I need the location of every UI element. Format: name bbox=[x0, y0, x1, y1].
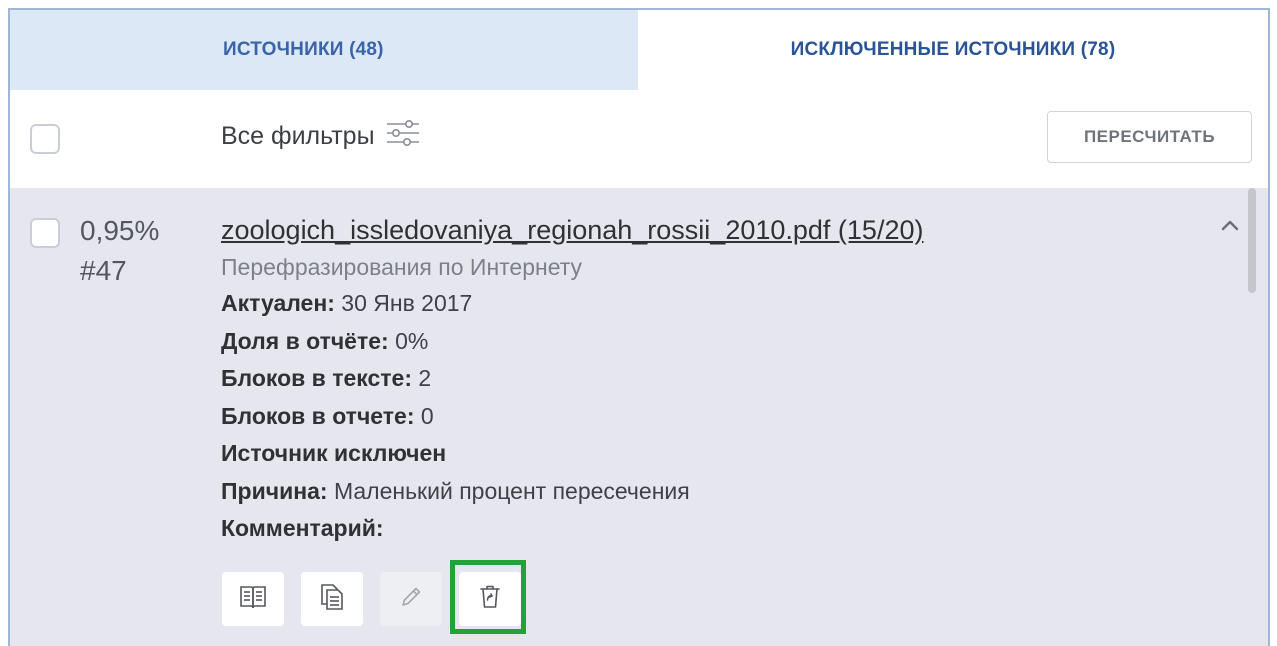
edit-comment-button[interactable] bbox=[380, 572, 442, 626]
source-number: #47 bbox=[80, 255, 127, 286]
toolbar: Все фильтры ПЕРЕСЧИТАТЬ bbox=[10, 90, 1268, 186]
reason-label: Причина: bbox=[221, 477, 328, 504]
sliders-icon bbox=[385, 118, 421, 155]
relevant-row: Актуален: 30 Янв 2017 bbox=[221, 285, 1208, 323]
source-percent: 0,95% bbox=[80, 215, 160, 246]
edit-pencil-icon bbox=[398, 584, 424, 615]
chevron-up-icon bbox=[1220, 219, 1240, 236]
comment-label: Комментарий: bbox=[221, 515, 384, 541]
all-filters-button[interactable]: Все фильтры bbox=[221, 118, 421, 155]
copy-source-button[interactable] bbox=[301, 572, 363, 626]
share-value: 0% bbox=[395, 327, 429, 354]
tab-excluded-sources[interactable]: ИСКЛЮЧЕННЫЕ ИСТОЧНИКИ (78) bbox=[638, 10, 1268, 90]
excluded-label: Источник исключен bbox=[221, 440, 447, 466]
source-score: 0,95% #47 bbox=[80, 211, 159, 291]
copy-document-icon bbox=[318, 582, 346, 617]
comment-row: Комментарий: bbox=[221, 510, 1208, 548]
source-details: zoologich_issledovaniya_regionah_rossii_… bbox=[221, 210, 1208, 548]
recalculate-button[interactable]: ПЕРЕСЧИТАТЬ bbox=[1047, 111, 1252, 163]
scrollbar-thumb[interactable] bbox=[1248, 188, 1256, 293]
blocks-text-label: Блоков в тексте: bbox=[221, 365, 412, 391]
select-all-checkbox[interactable] bbox=[30, 124, 60, 154]
sources-panel: ИСТОЧНИКИ (48) ИСКЛЮЧЕННЫЕ ИСТОЧНИКИ (78… bbox=[8, 8, 1270, 646]
reason-value: Маленький процент пересечения bbox=[333, 477, 690, 504]
share-row: Доля в отчёте: 0% bbox=[221, 323, 1208, 361]
source-item: 0,95% #47 zoologich_issledovaniya_region… bbox=[10, 188, 1268, 646]
reason-row: Причина: Маленький процент пересечения bbox=[221, 473, 1208, 511]
source-title-link[interactable]: zoologich_issledovaniya_regionah_rossii_… bbox=[221, 210, 923, 250]
tab-bar: ИСТОЧНИКИ (48) ИСКЛЮЧЕННЫЕ ИСТОЧНИКИ (78… bbox=[10, 10, 1268, 90]
open-book-icon bbox=[238, 583, 268, 616]
recalculate-label: ПЕРЕСЧИТАТЬ bbox=[1083, 127, 1216, 146]
source-type: Перефразирования по Интернету bbox=[221, 254, 583, 280]
blocks-text-value: 2 bbox=[418, 365, 432, 391]
share-label: Доля в отчёте: bbox=[221, 327, 389, 354]
tab-sources[interactable]: ИСТОЧНИКИ (48) bbox=[10, 10, 638, 90]
blocks-report-value: 0 bbox=[420, 402, 434, 429]
tab-sources-label: ИСТОЧНИКИ (48) bbox=[223, 39, 384, 60]
blocks-report-row: Блоков в отчете: 0 bbox=[221, 398, 1208, 436]
relevant-label: Актуален: bbox=[221, 290, 335, 316]
open-source-button[interactable] bbox=[222, 572, 284, 626]
collapse-button[interactable] bbox=[1220, 218, 1240, 237]
blocks-report-label: Блоков в отчете: bbox=[221, 402, 415, 429]
filters-label: Все фильтры bbox=[221, 122, 375, 150]
excluded-row: Источник исключен bbox=[221, 435, 1208, 473]
blocks-text-row: Блоков в тексте: 2 bbox=[221, 360, 1208, 398]
highlight-frame bbox=[450, 560, 526, 634]
relevant-value: 30 Янв 2017 bbox=[341, 290, 473, 316]
source-checkbox[interactable] bbox=[30, 218, 60, 248]
tab-excluded-label: ИСКЛЮЧЕННЫЕ ИСТОЧНИКИ (78) bbox=[790, 39, 1116, 60]
